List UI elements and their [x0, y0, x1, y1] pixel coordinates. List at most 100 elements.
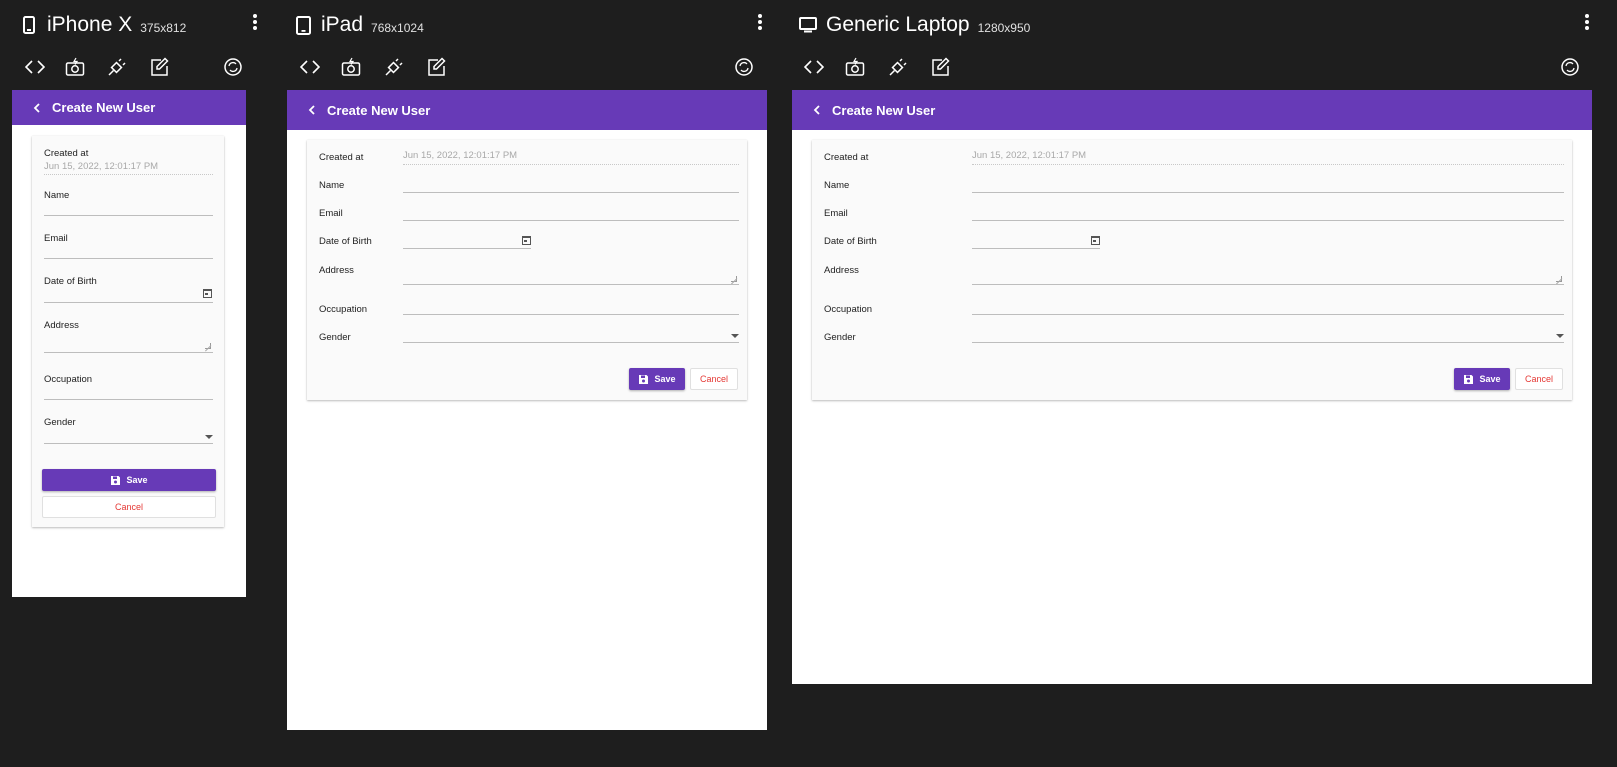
calendar-icon[interactable] — [203, 289, 212, 298]
occupation-label: Occupation — [319, 304, 368, 315]
laptop-icon — [796, 13, 820, 37]
floppy-disk-icon — [638, 374, 649, 385]
rotate-icon[interactable] — [731, 53, 757, 81]
created-value: Jun 15, 2022, 12:01:17 PM — [972, 150, 1087, 161]
address-underline — [44, 352, 213, 353]
cancel-button[interactable]: Cancel — [690, 368, 738, 390]
gender-select[interactable] — [403, 326, 739, 340]
name-input[interactable] — [403, 176, 739, 190]
more-menu-icon[interactable] — [1582, 12, 1592, 32]
rotate-icon[interactable] — [220, 53, 246, 81]
occupation-input[interactable] — [403, 298, 739, 312]
cancel-label: Cancel — [114, 502, 143, 512]
email-input[interactable] — [972, 204, 1564, 218]
occupation-input[interactable] — [972, 298, 1564, 312]
edit-icon[interactable] — [927, 53, 953, 81]
cancel-label: Cancel — [699, 374, 728, 384]
created-label: Created at — [319, 152, 364, 163]
resize-handle-icon[interactable] — [731, 276, 737, 282]
save-button[interactable]: Save — [1454, 368, 1510, 390]
email-input[interactable] — [44, 243, 213, 257]
camera-flash-icon[interactable] — [338, 53, 364, 81]
device-iphone-x: iPhone X 375x812 Create New User Created… — [12, 0, 257, 767]
device-toolbar — [287, 53, 767, 81]
save-button[interactable]: Save — [42, 469, 216, 491]
code-icon[interactable] — [22, 53, 48, 81]
calendar-icon[interactable] — [1091, 236, 1100, 245]
back-arrow-icon[interactable] — [305, 103, 319, 117]
gender-select[interactable] — [44, 427, 213, 441]
gender-select[interactable] — [972, 326, 1564, 340]
gender-underline — [44, 443, 213, 444]
dob-input[interactable] — [972, 232, 1100, 246]
device-viewport: Create New User Created at Jun 15, 2022,… — [287, 90, 767, 730]
address-input[interactable] — [44, 330, 213, 350]
code-icon[interactable] — [297, 53, 323, 81]
email-label: Email — [319, 208, 343, 219]
plug-icon[interactable] — [104, 53, 130, 81]
occupation-input[interactable] — [44, 384, 213, 398]
save-button[interactable]: Save — [629, 368, 685, 390]
cancel-button[interactable]: Cancel — [42, 496, 216, 518]
name-underline — [972, 192, 1564, 193]
camera-flash-icon[interactable] — [62, 53, 88, 81]
calendar-icon[interactable] — [522, 236, 531, 245]
device-ipad: iPad 768x1024 Create New User Created at — [287, 0, 767, 767]
created-divider — [403, 164, 739, 165]
plug-icon[interactable] — [381, 53, 407, 81]
save-label: Save — [1479, 374, 1501, 384]
address-input[interactable] — [972, 260, 1564, 282]
app-bar: Create New User — [287, 90, 767, 130]
address-input[interactable] — [403, 260, 739, 282]
cancel-label: Cancel — [1524, 374, 1553, 384]
page-title: Create New User — [52, 100, 156, 115]
floppy-disk-icon — [1463, 374, 1474, 385]
smartphone-icon — [17, 13, 41, 37]
device-toolbar — [792, 53, 1598, 81]
gender-label: Gender — [319, 332, 351, 343]
device-size: 375x812 — [140, 21, 187, 35]
created-divider — [972, 164, 1564, 165]
address-label: Address — [824, 265, 859, 276]
floppy-disk-icon — [110, 475, 121, 486]
occupation-underline — [44, 399, 213, 400]
code-icon[interactable] — [801, 53, 827, 81]
gender-label: Gender — [824, 332, 856, 343]
device-name: iPhone X — [47, 13, 133, 36]
more-menu-icon[interactable] — [755, 12, 765, 32]
camera-flash-icon[interactable] — [842, 53, 868, 81]
name-input[interactable] — [972, 176, 1564, 190]
chevron-down-icon — [205, 435, 213, 439]
cancel-button[interactable]: Cancel — [1515, 368, 1563, 390]
email-label: Email — [824, 208, 848, 219]
edit-icon[interactable] — [146, 53, 172, 81]
app-bar: Create New User — [12, 90, 246, 125]
name-label: Name — [824, 180, 850, 191]
rotate-icon[interactable] — [1557, 53, 1583, 81]
more-menu-icon[interactable] — [250, 12, 260, 32]
address-underline — [403, 284, 739, 285]
edit-icon[interactable] — [423, 53, 449, 81]
dob-input[interactable] — [44, 286, 213, 300]
occupation-underline — [972, 314, 1564, 315]
address-underline — [972, 284, 1564, 285]
created-value: Jun 15, 2022, 12:01:17 PM — [44, 161, 159, 172]
email-underline — [44, 258, 213, 259]
resize-handle-icon[interactable] — [1556, 276, 1562, 282]
address-label: Address — [319, 265, 354, 276]
user-form-card: Created at Jun 15, 2022, 12:01:17 PM Nam… — [32, 136, 224, 527]
created-divider — [44, 174, 213, 175]
plug-icon[interactable] — [885, 53, 911, 81]
dob-label: Date of Birth — [824, 236, 877, 247]
email-input[interactable] — [403, 204, 739, 218]
back-arrow-icon[interactable] — [30, 101, 44, 115]
back-arrow-icon[interactable] — [810, 103, 824, 117]
name-input[interactable] — [44, 200, 213, 214]
dob-underline — [44, 302, 213, 303]
dob-input[interactable] — [403, 232, 531, 246]
save-label: Save — [654, 374, 676, 384]
resize-handle-icon[interactable] — [205, 343, 211, 349]
email-underline — [972, 220, 1564, 221]
name-label: Name — [319, 180, 345, 191]
device-viewport: Create New User Created at Jun 15, 2022,… — [792, 90, 1592, 684]
